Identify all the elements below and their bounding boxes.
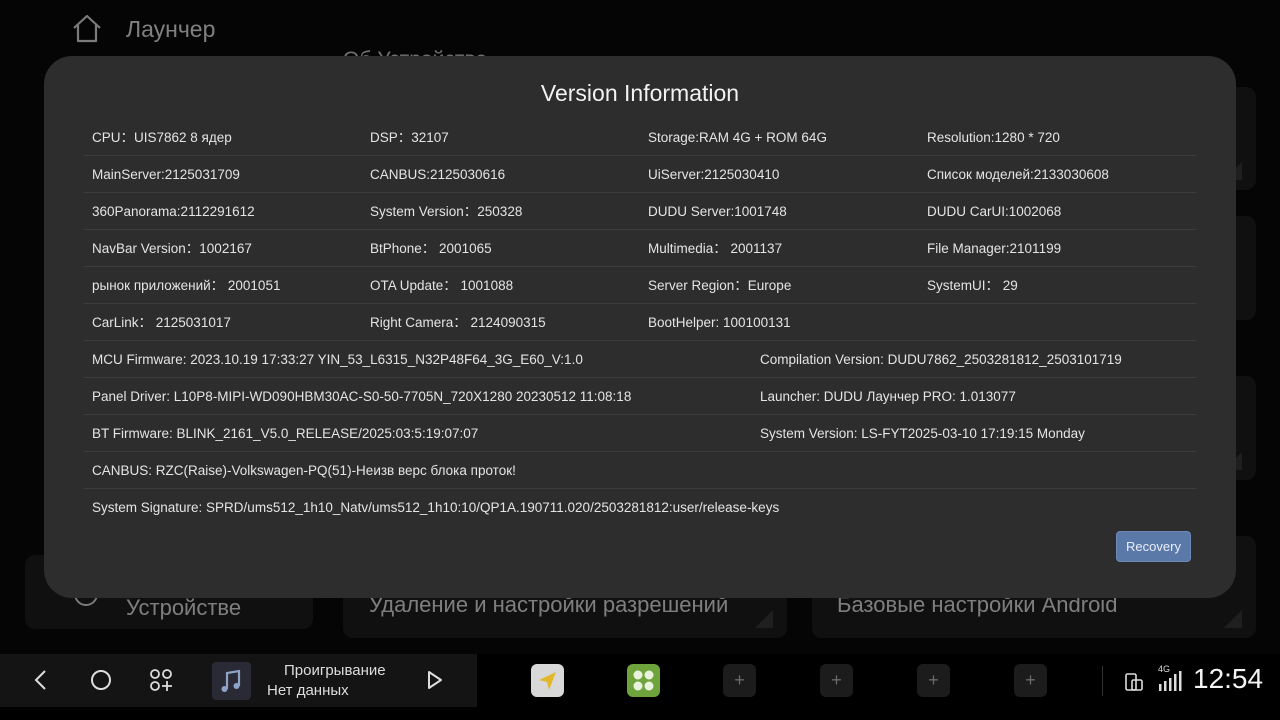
info-cell: SystemUI： 29 (927, 278, 1018, 293)
info-cell: Panel Driver: L10P8-MIPI-WD090HBM30AC-S0… (92, 389, 632, 404)
info-cell: Right Camera： 2124090315 (370, 315, 546, 330)
bottom-navigation-bar: Проигрывание Нет данных + + + + 4G 12:54 (0, 654, 1280, 707)
plus-icon: + (734, 670, 745, 690)
info-cell: Launcher: DUDU Лаунчер PRO: 1.013077 (760, 389, 1016, 404)
info-cell: MainServer:2125031709 (92, 167, 240, 182)
divider (1102, 666, 1103, 696)
info-row: CPU：UIS7862 8 ядер DSP：32107 Storage:RAM… (84, 119, 1196, 156)
split-screen-icon[interactable] (1120, 668, 1148, 696)
back-icon[interactable] (27, 666, 55, 694)
info-cell: рынок приложений： 2001051 (92, 278, 281, 293)
info-cell: UiServer:2125030410 (648, 167, 780, 182)
info-cell: Список моделей:2133030608 (927, 167, 1109, 182)
version-table: CPU：UIS7862 8 ядер DSP：32107 Storage:RAM… (84, 119, 1196, 526)
info-cell: CANBUS:2125030616 (370, 167, 506, 182)
info-cell: System Version：250328 (370, 204, 523, 219)
info-row: MCU Firmware: 2023.10.19 17:33:27 YIN_53… (84, 341, 1196, 378)
plus-icon: + (831, 670, 842, 690)
info-cell: System Version: LS-FYT2025-03-10 17:19:1… (760, 426, 1085, 441)
info-cell: Compilation Version: DUDU7862_2503281812… (760, 352, 1122, 367)
info-row: NavBar Version：1002167 BtPhone： 2001065 … (84, 230, 1196, 267)
recovery-button[interactable]: Recovery (1116, 531, 1191, 562)
bottom-strip (0, 707, 1280, 720)
info-cell: Storage:RAM 4G + ROM 64G (648, 130, 827, 145)
navigation-app-icon[interactable] (531, 664, 564, 697)
info-cell: BT Firmware: BLINK_2161_V5.0_RELEASE/202… (92, 426, 479, 441)
info-cell: File Manager:2101199 (927, 241, 1062, 256)
info-cell: DSP：32107 (370, 130, 449, 145)
info-row: System Signature: SPRD/ums512_1h10_Natv/… (84, 489, 1196, 526)
plus-icon: + (1025, 670, 1036, 690)
add-app-slot[interactable]: + (1014, 664, 1047, 697)
info-cell: CPU：UIS7862 8 ядер (92, 130, 232, 145)
play-icon[interactable] (420, 666, 448, 694)
info-row: 360Panorama:2112291612 System Version：25… (84, 193, 1196, 230)
version-info-dialog: Version Information CPU：UIS7862 8 ядер D… (44, 56, 1236, 598)
music-note-icon[interactable] (212, 662, 251, 700)
info-cell: MCU Firmware: 2023.10.19 17:33:27 YIN_53… (92, 352, 583, 367)
info-row: CANBUS: RZC(Raise)-Volkswagen-PQ(51)-Неи… (84, 452, 1196, 489)
info-cell: CANBUS: RZC(Raise)-Volkswagen-PQ(51)-Неи… (92, 463, 516, 478)
apps-grid-icon[interactable] (147, 666, 175, 694)
clock: 12:54 (1193, 663, 1264, 694)
info-cell: Multimedia： 2001137 (648, 241, 783, 256)
info-row: BT Firmware: BLINK_2161_V5.0_RELEASE/202… (84, 415, 1196, 452)
add-app-slot[interactable]: + (820, 664, 853, 697)
media-subtitle: Нет данных (267, 682, 349, 699)
info-cell: DUDU Server:1001748 (648, 204, 787, 219)
info-cell: NavBar Version：1002167 (92, 241, 252, 256)
dialog-title: Version Information (540, 80, 740, 106)
plus-icon: + (928, 670, 939, 690)
add-app-slot[interactable]: + (917, 664, 950, 697)
info-cell: DUDU CarUI:1002068 (927, 204, 1062, 219)
info-cell: BtPhone： 2001065 (370, 241, 492, 256)
info-cell: CarLink： 2125031017 (92, 315, 231, 330)
media-title: Проигрывание (284, 662, 386, 679)
info-cell: System Signature: SPRD/ums512_1h10_Natv/… (92, 500, 780, 515)
home-circle-icon[interactable] (87, 666, 115, 694)
info-row: CarLink： 2125031017 Right Camera： 212409… (84, 304, 1196, 341)
info-cell: 360Panorama:2112291612 (92, 204, 255, 219)
info-row: Panel Driver: L10P8-MIPI-WD090HBM30AC-S0… (84, 378, 1196, 415)
info-cell: OTA Update： 1001088 (370, 278, 514, 293)
info-row: рынок приложений： 2001051 OTA Update： 10… (84, 267, 1196, 304)
info-row: MainServer:2125031709 CANBUS:2125030616 … (84, 156, 1196, 193)
launcher-app-icon[interactable] (627, 664, 660, 697)
info-cell: Resolution:1280 * 720 (927, 130, 1060, 145)
info-cell: Server Region：Europe (648, 278, 792, 293)
add-app-slot[interactable]: + (723, 664, 756, 697)
info-cell: BootHelper: 100100131 (648, 315, 791, 330)
signal-icon (1159, 671, 1182, 691)
